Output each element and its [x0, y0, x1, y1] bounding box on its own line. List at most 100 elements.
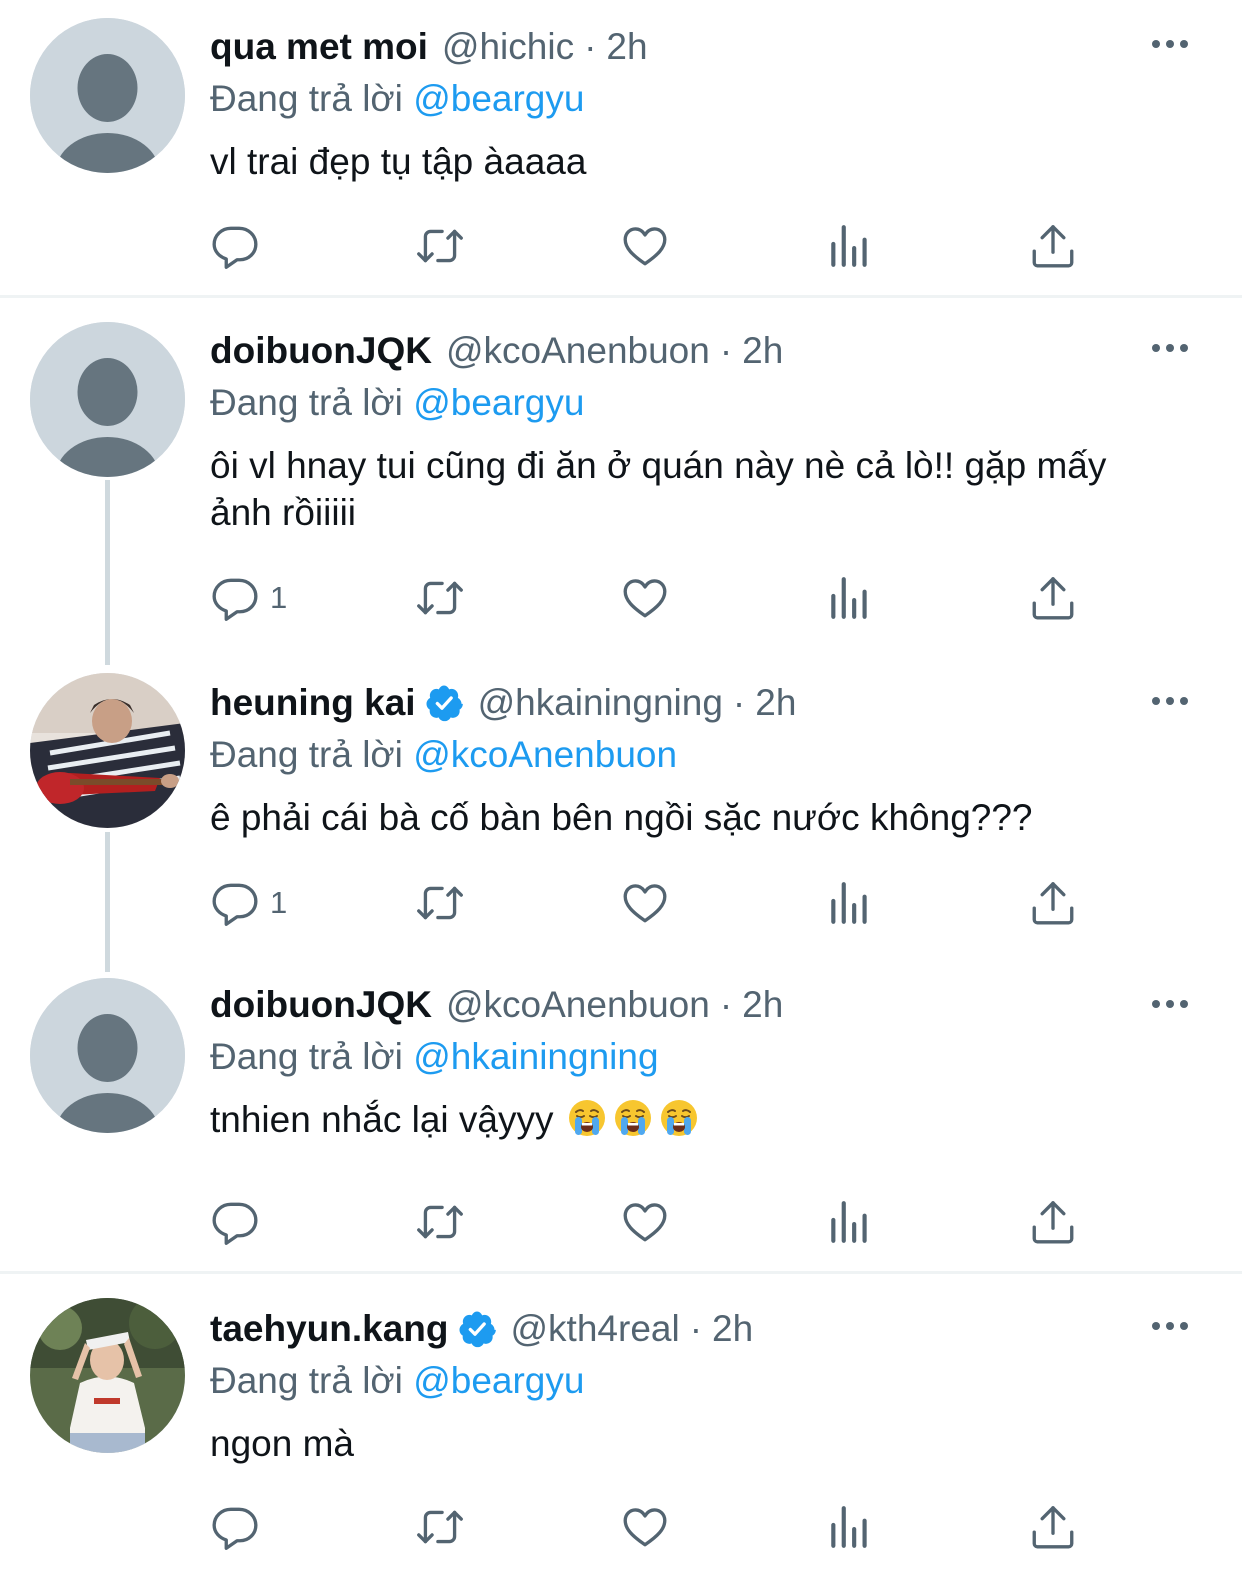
views-icon [825, 573, 875, 623]
views-icon [825, 1197, 875, 1247]
reply-icon [210, 878, 260, 928]
views-icon [825, 878, 875, 928]
share-button[interactable] [1028, 878, 1078, 928]
mention-link[interactable]: @kcoAnenbuon [413, 734, 677, 775]
user-handle[interactable]: @kcoAnenbuon [446, 984, 710, 1026]
share-icon [1028, 1197, 1078, 1247]
more-icon [1150, 994, 1190, 1014]
separator-dot: · [732, 682, 746, 723]
retweet-button[interactable] [415, 878, 465, 928]
more-options-button[interactable] [1150, 691, 1190, 711]
views-button[interactable] [825, 573, 875, 623]
user-handle[interactable]: @hichic [442, 26, 574, 68]
tweet[interactable]: doibuonJQK @kcoAnenbuon · 2h Đang trả lờ… [0, 970, 1242, 1270]
share-icon [1028, 573, 1078, 623]
mention-link[interactable]: @beargyu [413, 78, 584, 119]
reply-button[interactable]: 1 [210, 878, 287, 928]
user-avatar[interactable] [30, 673, 185, 828]
reply-button[interactable] [210, 1197, 270, 1247]
share-button[interactable] [1028, 573, 1078, 623]
views-button[interactable] [825, 221, 875, 271]
views-icon [825, 1502, 875, 1552]
retweet-button[interactable] [415, 573, 465, 623]
reply-button[interactable]: 1 [210, 573, 287, 623]
reply-count: 1 [270, 885, 288, 920]
tweet[interactable]: qua met moi @hichic · 2h Đang trả lời @b… [0, 0, 1242, 295]
display-name[interactable]: doibuonJQK [210, 984, 432, 1026]
replying-prefix: Đang trả lời [210, 382, 403, 423]
timestamp[interactable]: 2h [742, 330, 783, 372]
default-avatar[interactable] [30, 18, 185, 173]
display-name[interactable]: qua met moi [210, 26, 428, 68]
like-button[interactable] [620, 1197, 670, 1247]
default-avatar[interactable] [30, 322, 185, 477]
replying-to: Đang trả lời @hkainingning [210, 1032, 1200, 1082]
share-button[interactable] [1028, 1197, 1078, 1247]
share-button[interactable] [1028, 1502, 1078, 1552]
user-handle[interactable]: @kth4real [511, 1308, 680, 1350]
tweet-text: ê phải cái bà cố bàn bên ngồi sặc nước k… [210, 797, 1033, 838]
default-avatar[interactable] [30, 978, 185, 1133]
separator-dot: · [719, 984, 733, 1025]
profile-photo-guitar [30, 673, 185, 828]
retweet-button[interactable] [415, 1502, 465, 1552]
user-handle[interactable]: @kcoAnenbuon [446, 330, 710, 372]
more-options-button[interactable] [1150, 994, 1190, 1014]
more-icon [1150, 691, 1190, 711]
mention-link[interactable]: @hkainingning [413, 1036, 658, 1077]
display-name[interactable]: heuning kai [210, 682, 416, 724]
reply-button[interactable] [210, 221, 270, 271]
tweet-text: ngon mà [210, 1423, 354, 1464]
reply-count: 1 [270, 580, 288, 615]
like-icon [620, 878, 670, 928]
views-icon [825, 221, 875, 271]
replying-prefix: Đang trả lời [210, 734, 403, 775]
loudly-crying-face-emoji-icon [613, 1098, 653, 1138]
separator-dot: · [689, 1308, 703, 1349]
user-avatar[interactable] [30, 1298, 185, 1453]
user-handle[interactable]: @hkainingning [478, 682, 723, 724]
views-button[interactable] [825, 1197, 875, 1247]
display-name[interactable]: doibuonJQK [210, 330, 432, 372]
like-icon [620, 1197, 670, 1247]
share-icon [1028, 1502, 1078, 1552]
reply-button[interactable] [210, 1502, 270, 1552]
reply-icon [210, 573, 260, 623]
replying-to: Đang trả lời @beargyu [210, 378, 1200, 428]
more-options-button[interactable] [1150, 338, 1190, 358]
share-button[interactable] [1028, 221, 1078, 271]
display-name[interactable]: taehyun.kang [210, 1308, 449, 1350]
mention-link[interactable]: @beargyu [413, 1360, 584, 1401]
more-options-button[interactable] [1150, 1316, 1190, 1336]
retweet-button[interactable] [415, 221, 465, 271]
retweet-icon [415, 1197, 465, 1247]
views-button[interactable] [825, 1502, 875, 1552]
replying-to: Đang trả lời @beargyu [210, 74, 1200, 124]
tweet[interactable]: heuning kai @hkainingning · 2h Đang trả … [0, 658, 1242, 970]
timestamp[interactable]: 2h [712, 1308, 753, 1350]
tweet-text: tnhien nhắc lại vậyyy [210, 1096, 1170, 1143]
more-icon [1150, 1316, 1190, 1336]
verified-badge-icon [457, 1309, 497, 1349]
like-button[interactable] [620, 221, 670, 271]
tweet[interactable]: doibuonJQK @kcoAnenbuon · 2h Đang trả lờ… [0, 298, 1242, 658]
retweet-button[interactable] [415, 1197, 465, 1247]
replying-prefix: Đang trả lời [210, 78, 403, 119]
like-button[interactable] [620, 1502, 670, 1552]
timestamp[interactable]: 2h [755, 682, 796, 724]
more-options-button[interactable] [1150, 34, 1190, 54]
loudly-crying-face-emoji-icon [659, 1098, 699, 1138]
replying-prefix: Đang trả lời [210, 1360, 403, 1401]
like-button[interactable] [620, 573, 670, 623]
share-icon [1028, 878, 1078, 928]
reply-icon [210, 1197, 260, 1247]
mention-link[interactable]: @beargyu [413, 382, 584, 423]
timestamp[interactable]: 2h [606, 26, 647, 68]
timestamp[interactable]: 2h [742, 984, 783, 1026]
like-button[interactable] [620, 878, 670, 928]
views-button[interactable] [825, 878, 875, 928]
retweet-icon [415, 573, 465, 623]
replying-prefix: Đang trả lời [210, 1036, 403, 1077]
tweet[interactable]: taehyun.kang @kth4real · 2h Đang trả lời… [0, 1274, 1242, 1579]
replying-to: Đang trả lời @beargyu [210, 1356, 1200, 1406]
